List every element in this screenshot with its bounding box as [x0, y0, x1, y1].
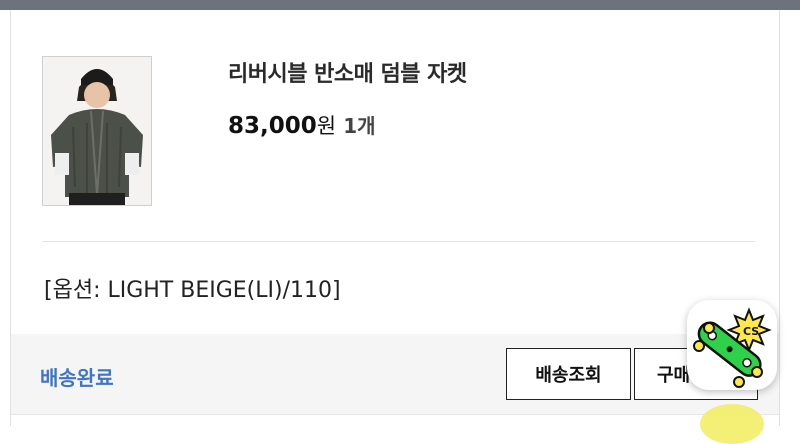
delivery-status: 배송완료: [40, 366, 114, 390]
price-currency: 원: [316, 114, 337, 138]
option-text: [옵션: LIGHT BEIGE(LI)/110]: [44, 278, 341, 303]
svg-text:CS: CS: [743, 325, 759, 338]
top-strip: [0, 0, 800, 10]
quantity-label: 1개: [343, 114, 376, 138]
floating-highlight: [700, 404, 764, 444]
track-delivery-button[interactable]: 배송조회: [506, 348, 631, 400]
product-name[interactable]: 리버시블 반소매 덤블 자켓: [228, 56, 467, 88]
price-row: 83,000원 1개: [228, 110, 376, 140]
jacket-photo-icon: [43, 57, 151, 205]
cs-chat-button[interactable]: CS: [687, 300, 777, 390]
divider: [42, 241, 755, 242]
product-image[interactable]: [42, 56, 152, 206]
price-amount: 83,000: [228, 113, 317, 139]
footer-bottom-line: [11, 414, 779, 427]
skateboard-cs-icon: CS: [693, 307, 772, 388]
